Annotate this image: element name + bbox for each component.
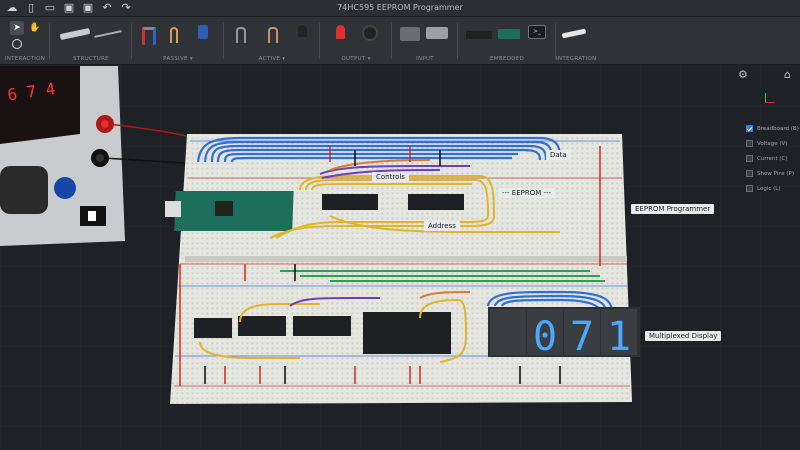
toolbar-group-input: INPUT <box>392 17 458 65</box>
toolbar-group-passive: PASSIVE ▾ <box>132 17 224 65</box>
controls-label: Controls <box>372 172 409 182</box>
view-option-voltage[interactable]: Voltage (V) <box>746 136 800 151</box>
digit-4: 1 <box>607 314 631 360</box>
toolbar-group-label: STRUCTURE <box>73 56 109 62</box>
data-bus-label: Data <box>546 150 571 160</box>
select-tool-button[interactable]: ➤ <box>10 21 24 35</box>
view-option-current[interactable]: Current (C) <box>746 151 800 166</box>
toolbar-group-label: INTERACTION <box>4 56 46 62</box>
settings-gear-icon[interactable]: ⚙ <box>738 68 748 81</box>
wire-part-button[interactable] <box>94 30 122 38</box>
toolbar-group-output: OUTPUT ▾ <box>320 17 392 65</box>
arduino-part-button[interactable] <box>498 29 520 39</box>
led-diode-button[interactable] <box>268 27 278 43</box>
shift-register-chip-2[interactable] <box>408 194 464 210</box>
toolbar-group-label[interactable]: OUTPUT ▾ <box>320 56 392 62</box>
toolbar-group-label: EMBEDDED <box>489 56 525 62</box>
toolbar-group-interaction: ➤ ✋ INTERACTION <box>0 17 50 65</box>
toolbar-group-integration: INTEGRATION <box>556 17 597 65</box>
psu-voltage-knob <box>0 166 48 214</box>
scene-canvas[interactable]: 6 7 4 0 7 1 <box>0 66 800 450</box>
shift-register-chip-1[interactable] <box>322 194 378 210</box>
resistor-part-button[interactable] <box>142 27 156 45</box>
eeprom-label: --- EEPROM --- <box>498 188 556 198</box>
led-part-button[interactable] <box>336 25 345 39</box>
view-options-panel: Breadboard (B) Voltage (V) Current (C) S… <box>746 121 800 196</box>
title-bar: ☁ ▯ ▭ ▣ ▣ ↶ ↷ 74HC595 EEPROM Programmer <box>0 0 800 17</box>
toolbar-group-label: INTEGRATION <box>556 56 597 62</box>
hand-tool-button[interactable]: ✋ <box>28 21 42 35</box>
toolbar-group-active: ACTIVE ▾ <box>224 17 320 65</box>
capacitor-part-button[interactable] <box>170 27 178 43</box>
digit-3: 7 <box>570 314 594 360</box>
buzzer-part-button[interactable] <box>362 25 378 41</box>
toolbar-group-label: INPUT <box>416 56 434 62</box>
transistor-part-button[interactable] <box>298 25 307 37</box>
view-option-breadboard[interactable]: Breadboard (B) <box>746 121 800 136</box>
arduino-nano[interactable] <box>165 191 294 231</box>
checkbox[interactable] <box>746 125 753 132</box>
dip-switch-part-button[interactable] <box>426 27 448 39</box>
diode-part-button[interactable] <box>236 27 246 43</box>
toolbar-group-label[interactable]: ACTIVE ▾ <box>224 56 320 62</box>
eeprom-chip[interactable] <box>363 312 451 354</box>
seven-segment-digits: 0 7 1 <box>533 314 631 360</box>
window-title: 74HC595 EEPROM Programmer <box>337 3 463 12</box>
checkbox[interactable] <box>746 155 753 162</box>
toolbar-group-structure: STRUCTURE <box>50 17 132 65</box>
digit-2: 0 <box>533 314 557 360</box>
multiplexed-display-label: Multiplexed Display <box>645 331 722 341</box>
counter-chip-2[interactable] <box>293 316 351 336</box>
view-option-logic[interactable]: Logic (L) <box>746 181 800 196</box>
view-option-show-pins[interactable]: Show Pins (P) <box>746 166 800 181</box>
axis-gizmo[interactable] <box>765 93 775 103</box>
circuit-viewport[interactable]: 6 7 4 0 7 1 Data Controls --- EEPROM ---… <box>0 66 800 450</box>
breadboard-part-button[interactable] <box>59 27 91 41</box>
checkbox[interactable] <box>746 170 753 177</box>
checkbox[interactable] <box>746 140 753 147</box>
toolbar-group-embedded: >_ EMBEDDED <box>458 17 556 65</box>
decoder-chip[interactable] <box>238 316 286 336</box>
ic-chip-part-button[interactable] <box>466 31 492 39</box>
checkbox[interactable] <box>746 185 753 192</box>
toolbar: ➤ ✋ INTERACTION STRUCTURE PASSIVE ▾ ACTI… <box>0 17 800 65</box>
home-icon[interactable]: ⌂ <box>784 68 791 81</box>
address-bus-label: Address <box>424 221 460 231</box>
rotate-tool-button[interactable] <box>12 39 22 49</box>
terminal-part-button[interactable]: >_ <box>528 25 546 39</box>
pushbutton-part-button[interactable] <box>400 27 420 41</box>
electrolytic-capacitor-button[interactable] <box>198 25 208 39</box>
eeprom-programmer-label: EEPROM Programmer <box>631 204 715 214</box>
toolbar-group-label[interactable]: PASSIVE ▾ <box>132 56 224 62</box>
header-part-button[interactable] <box>561 28 587 39</box>
counter-chip-1[interactable] <box>194 318 232 338</box>
